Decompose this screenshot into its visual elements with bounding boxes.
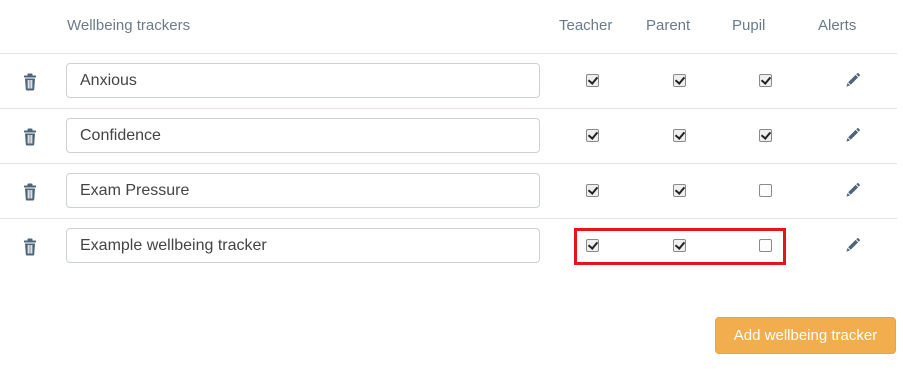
header-teacher: Teacher (559, 17, 613, 34)
pencil-icon[interactable] (845, 72, 861, 88)
teacher-checkbox[interactable] (586, 239, 599, 252)
tracker-name-input[interactable] (66, 63, 540, 98)
teacher-checkbox[interactable] (586, 184, 599, 197)
parent-checkbox[interactable] (673, 239, 686, 252)
pupil-checkbox[interactable] (759, 129, 772, 142)
tracker-row (0, 218, 897, 274)
tracker-name-input[interactable] (66, 173, 540, 208)
header-wellbeing-trackers: Wellbeing trackers (67, 17, 191, 34)
header-pupil: Pupil (732, 17, 766, 34)
table-header: Wellbeing trackers Teacher Parent Pupil … (0, 0, 903, 53)
tracker-row (0, 53, 897, 109)
parent-checkbox[interactable] (673, 74, 686, 87)
tracker-name-input[interactable] (66, 118, 540, 153)
parent-checkbox[interactable] (673, 184, 686, 197)
parent-checkbox[interactable] (673, 129, 686, 142)
header-parent: Parent (646, 17, 691, 34)
teacher-checkbox[interactable] (586, 74, 599, 87)
header-alerts: Alerts (818, 17, 857, 34)
tracker-row (0, 108, 897, 164)
trash-icon[interactable] (22, 73, 38, 91)
tracker-row (0, 163, 897, 219)
tracker-name-input[interactable] (66, 228, 540, 263)
trash-icon[interactable] (22, 238, 38, 256)
teacher-checkbox[interactable] (586, 129, 599, 142)
pencil-icon[interactable] (845, 127, 861, 143)
add-wellbeing-tracker-button[interactable]: Add wellbeing tracker (715, 317, 896, 354)
pupil-checkbox[interactable] (759, 74, 772, 87)
trash-icon[interactable] (22, 128, 38, 146)
trash-icon[interactable] (22, 183, 38, 201)
pencil-icon[interactable] (845, 182, 861, 198)
pupil-checkbox[interactable] (759, 184, 772, 197)
pupil-checkbox[interactable] (759, 239, 772, 252)
pencil-icon[interactable] (845, 237, 861, 253)
